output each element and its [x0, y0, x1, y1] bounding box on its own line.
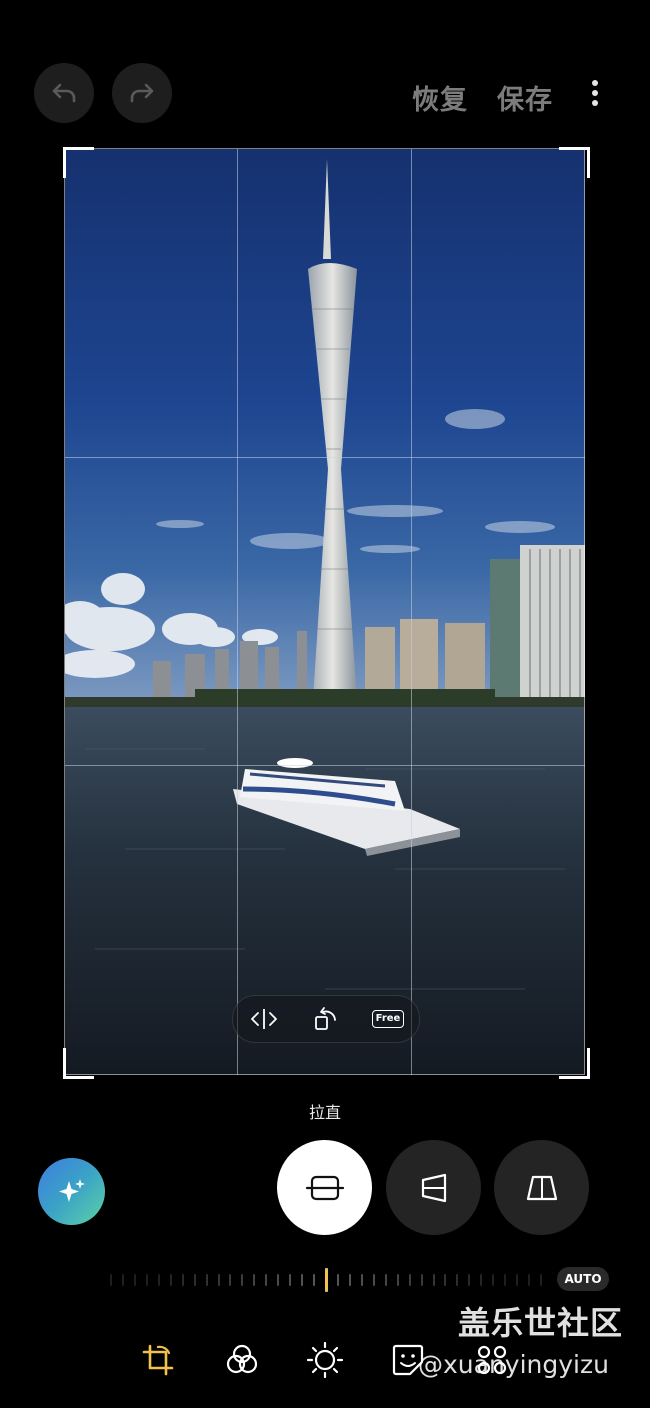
nav-filters-button[interactable]	[222, 1340, 262, 1380]
undo-button[interactable]	[34, 63, 94, 123]
brightness-icon	[306, 1341, 344, 1379]
grid-line-vertical	[237, 149, 238, 1075]
ruler-tick	[145, 1274, 148, 1286]
ruler-tick	[468, 1274, 471, 1286]
save-button[interactable]: 保存	[497, 78, 553, 117]
auto-straighten-button[interactable]: AUTO	[557, 1267, 609, 1291]
ruler-tick	[528, 1274, 531, 1286]
redo-button[interactable]	[112, 63, 172, 123]
grid-line-horizontal	[65, 765, 585, 766]
ruler-tick	[540, 1274, 542, 1286]
ruler-tick	[384, 1274, 387, 1286]
undo-icon	[52, 83, 76, 103]
ruler-tick	[396, 1274, 399, 1286]
nav-more-tools-button[interactable]	[472, 1340, 512, 1380]
ruler-tick	[205, 1274, 208, 1286]
free-aspect-button[interactable]: Free	[368, 1001, 408, 1037]
sticker-icon	[392, 1344, 424, 1376]
more-options-button[interactable]	[592, 80, 600, 108]
horizontal-perspective-icon	[526, 1175, 557, 1200]
ruler-tick	[265, 1274, 268, 1286]
grid-line-vertical	[411, 149, 412, 1075]
ruler-tick	[348, 1274, 351, 1286]
filters-icon	[226, 1344, 258, 1374]
revert-button[interactable]: 恢复	[412, 78, 468, 117]
ruler-tick	[444, 1274, 447, 1286]
vertical-perspective-icon	[421, 1173, 446, 1202]
sparkle-icon	[58, 1178, 85, 1202]
ruler-tick	[432, 1274, 435, 1286]
ruler-tick	[277, 1274, 280, 1286]
straighten-ruler[interactable]	[110, 1268, 545, 1292]
crop-handle-bottom-left[interactable]	[63, 1048, 94, 1079]
photo-image	[65, 149, 585, 1075]
straighten-icon	[305, 1175, 344, 1200]
nav-decorations-button[interactable]	[388, 1340, 428, 1380]
ruler-indicator	[325, 1268, 328, 1292]
flip-button[interactable]	[244, 1001, 284, 1037]
more-tools-icon	[477, 1345, 507, 1375]
ruler-tick	[241, 1274, 244, 1286]
ruler-tick	[133, 1274, 136, 1286]
crop-handle-bottom-right[interactable]	[559, 1048, 590, 1079]
ruler-tick	[289, 1274, 292, 1286]
ruler-tick	[217, 1274, 220, 1286]
rotate-icon	[315, 1007, 336, 1030]
ruler-tick	[408, 1274, 411, 1286]
watermark-handle: @xuanyingyizu	[418, 1350, 609, 1379]
watermark-title: 盖乐世社区	[458, 1304, 624, 1342]
ruler-tick	[157, 1274, 160, 1286]
grid-line-horizontal	[65, 457, 585, 458]
ruler-tick	[336, 1274, 339, 1286]
crop-rotate-icon	[142, 1344, 174, 1376]
ruler-tick	[420, 1274, 423, 1286]
ruler-tick	[253, 1274, 256, 1286]
rotate-button[interactable]	[306, 1001, 346, 1037]
nav-adjust-button[interactable]	[305, 1340, 345, 1380]
vertical-perspective-button[interactable]	[386, 1140, 481, 1235]
ruler-tick	[110, 1274, 112, 1286]
ruler-tick	[504, 1274, 507, 1286]
crop-controls-pill: Free	[232, 995, 420, 1043]
redo-icon	[130, 83, 154, 103]
ruler-tick	[229, 1274, 232, 1286]
photo-canvas[interactable]	[65, 149, 585, 1075]
free-aspect-label: Free	[371, 1010, 405, 1028]
ruler-tick	[492, 1274, 495, 1286]
ruler-tick	[313, 1274, 316, 1286]
ruler-tick	[121, 1274, 124, 1286]
ruler-tick	[169, 1274, 172, 1286]
ruler-tick	[372, 1274, 375, 1286]
ai-edit-button[interactable]	[38, 1158, 105, 1225]
flip-horizontal-icon	[251, 1009, 277, 1029]
ruler-tick	[516, 1274, 519, 1286]
mode-label: 拉直	[308, 1103, 341, 1122]
ruler-tick	[360, 1274, 363, 1286]
ruler-tick	[301, 1274, 304, 1286]
crop-handle-top-left[interactable]	[63, 147, 94, 178]
horizontal-perspective-button[interactable]	[494, 1140, 589, 1235]
ruler-tick	[480, 1274, 483, 1286]
nav-crop-button[interactable]	[138, 1340, 178, 1380]
ruler-tick	[456, 1274, 459, 1286]
ruler-tick	[181, 1274, 184, 1286]
crop-handle-top-right[interactable]	[559, 147, 590, 178]
ruler-tick	[193, 1274, 196, 1286]
straighten-tool-button[interactable]	[277, 1140, 372, 1235]
more-vertical-icon	[592, 80, 600, 108]
